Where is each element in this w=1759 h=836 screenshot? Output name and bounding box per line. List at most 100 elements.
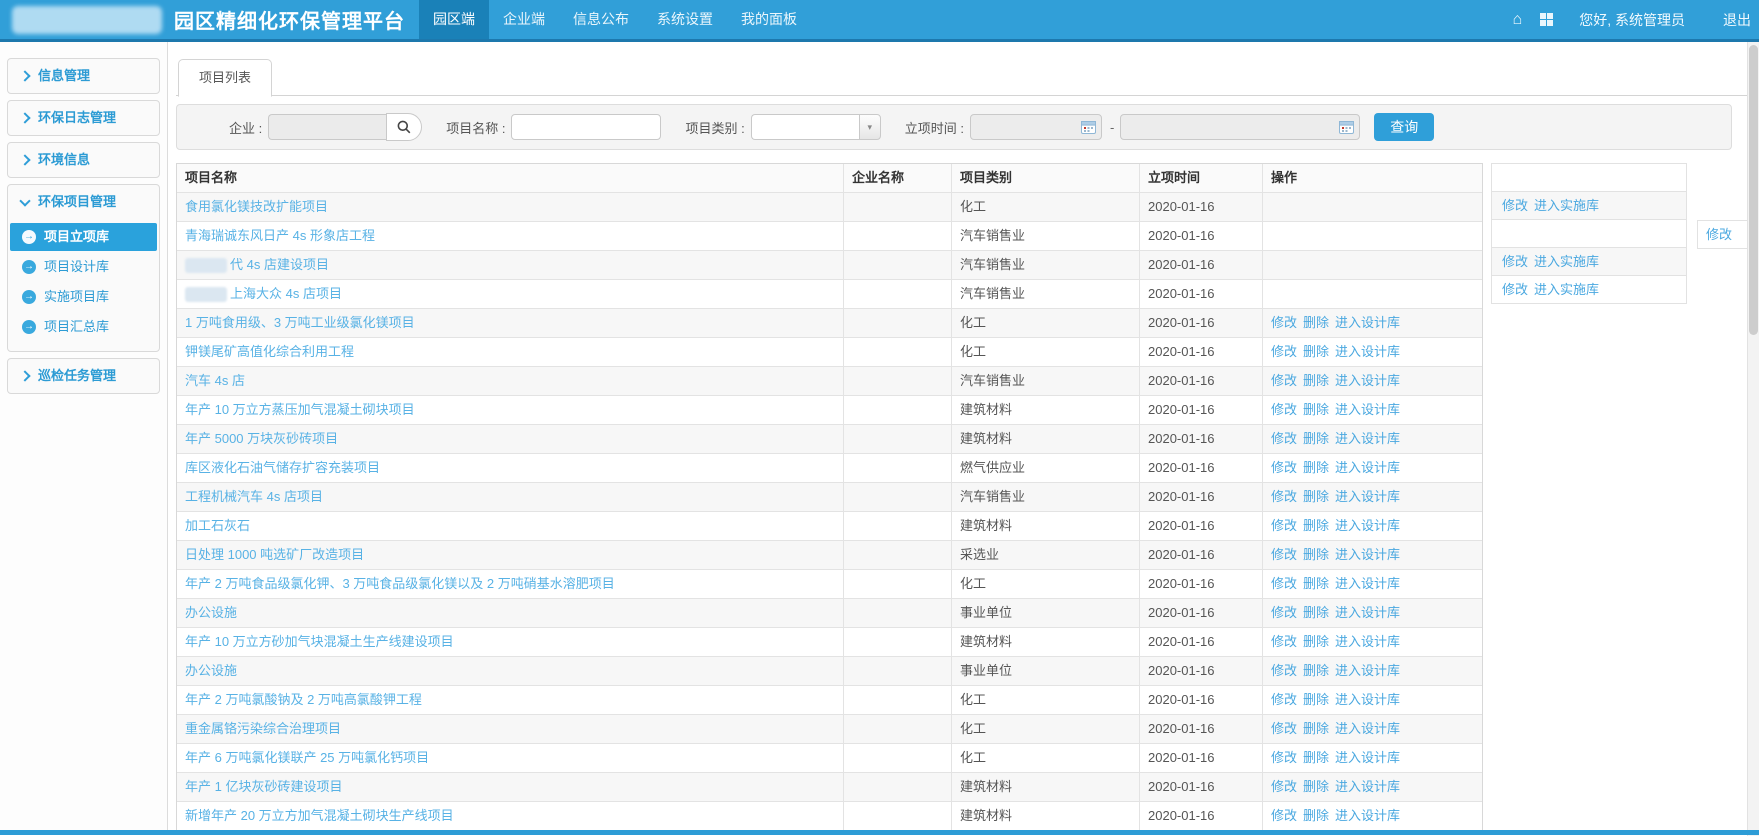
action-link[interactable]: 进入设计库 xyxy=(1335,402,1400,417)
action-link[interactable]: 修改 xyxy=(1271,808,1297,823)
action-link[interactable]: 删除 xyxy=(1303,576,1329,591)
action-link[interactable]: 进入实施库 xyxy=(1534,198,1599,213)
action-link[interactable]: 进入设计库 xyxy=(1335,634,1400,649)
project-name-link[interactable]: 办公设施 xyxy=(185,663,237,678)
project-name-link[interactable]: 加工石灰石 xyxy=(185,518,250,533)
project-name-link[interactable]: 年产 1 亿块灰砂砖建设项目 xyxy=(185,779,342,794)
action-link[interactable]: 修改 xyxy=(1271,402,1297,417)
action-link[interactable]: 修改 xyxy=(1271,460,1297,475)
action-link[interactable]: 删除 xyxy=(1303,373,1329,388)
project-name-link[interactable]: 代 4s 店建设项目 xyxy=(230,257,329,272)
action-link[interactable]: 删除 xyxy=(1303,808,1329,823)
sidebar-item[interactable]: 信息管理 xyxy=(8,59,159,93)
scrollbar-thumb[interactable] xyxy=(1749,45,1758,335)
tab-project-list[interactable]: 项目列表 xyxy=(178,59,272,97)
action-link[interactable]: 进入实施库 xyxy=(1534,254,1599,269)
action-link[interactable]: 删除 xyxy=(1303,634,1329,649)
action-link[interactable]: 进入设计库 xyxy=(1335,750,1400,765)
action-link[interactable]: 修改 xyxy=(1271,605,1297,620)
action-link[interactable]: 修改 xyxy=(1502,282,1528,297)
action-link[interactable]: 修改 xyxy=(1706,227,1732,242)
company-search-button[interactable] xyxy=(386,113,422,141)
action-link[interactable]: 删除 xyxy=(1303,605,1329,620)
action-link[interactable]: 修改 xyxy=(1502,254,1528,269)
action-link[interactable]: 修改 xyxy=(1271,779,1297,794)
action-link[interactable]: 修改 xyxy=(1271,750,1297,765)
project-name-link[interactable]: 工程机械汽车 4s 店项目 xyxy=(185,489,323,504)
action-link[interactable]: 进入设计库 xyxy=(1335,779,1400,794)
sidebar-item[interactable]: 巡检任务管理 xyxy=(8,359,159,393)
query-button[interactable]: 查询 xyxy=(1374,113,1434,141)
category-input[interactable] xyxy=(751,114,859,140)
action-link[interactable]: 进入设计库 xyxy=(1335,576,1400,591)
action-link[interactable]: 删除 xyxy=(1303,779,1329,794)
nav-item[interactable]: 信息公布 xyxy=(559,0,643,39)
action-link[interactable]: 修改 xyxy=(1271,489,1297,504)
action-link[interactable]: 进入设计库 xyxy=(1335,460,1400,475)
action-link[interactable]: 进入设计库 xyxy=(1335,808,1400,823)
project-name-input[interactable] xyxy=(511,114,661,140)
project-name-link[interactable]: 青海瑞诚东风日产 4s 形象店工程 xyxy=(185,228,375,243)
project-name-link[interactable]: 年产 2 万吨食品级氯化钾、3 万吨食品级氯化镁以及 2 万吨硝基水溶肥项目 xyxy=(185,576,615,591)
action-link[interactable]: 删除 xyxy=(1303,489,1329,504)
action-link[interactable]: 删除 xyxy=(1303,750,1329,765)
calendar-icon[interactable] xyxy=(1339,120,1354,137)
action-link[interactable]: 进入设计库 xyxy=(1335,663,1400,678)
sidebar-subitem[interactable]: →实施项目库 xyxy=(10,283,157,311)
sidebar-item[interactable]: 环保项目管理 xyxy=(8,185,159,219)
action-link[interactable]: 删除 xyxy=(1303,460,1329,475)
action-link[interactable]: 删除 xyxy=(1303,518,1329,533)
project-name-link[interactable]: 年产 2 万吨氯酸钠及 2 万吨高氯酸钾工程 xyxy=(185,692,422,707)
action-link[interactable]: 进入实施库 xyxy=(1534,282,1599,297)
action-link[interactable]: 进入设计库 xyxy=(1335,692,1400,707)
project-name-link[interactable]: 1 万吨食用级、3 万吨工业级氯化镁项目 xyxy=(185,315,415,330)
action-link[interactable]: 删除 xyxy=(1303,315,1329,330)
sidebar-item[interactable]: 环保日志管理 xyxy=(8,101,159,135)
nav-item[interactable]: 园区端 xyxy=(419,0,489,39)
action-link[interactable]: 修改 xyxy=(1271,721,1297,736)
project-name-link[interactable]: 上海大众 4s 店项目 xyxy=(230,286,342,301)
action-link[interactable]: 修改 xyxy=(1271,315,1297,330)
apps-icon[interactable] xyxy=(1540,13,1553,26)
project-name-link[interactable]: 年产 10 万立方蒸压加气混凝土砌块项目 xyxy=(185,402,415,417)
action-link[interactable]: 修改 xyxy=(1271,634,1297,649)
action-link[interactable]: 修改 xyxy=(1271,663,1297,678)
action-link[interactable]: 进入设计库 xyxy=(1335,344,1400,359)
action-link[interactable]: 进入设计库 xyxy=(1335,721,1400,736)
action-link[interactable]: 修改 xyxy=(1271,518,1297,533)
nav-item[interactable]: 系统设置 xyxy=(643,0,727,39)
action-link[interactable]: 删除 xyxy=(1303,431,1329,446)
sidebar-subitem[interactable]: →项目立项库 xyxy=(10,223,157,251)
project-name-link[interactable]: 钾镁尾矿高值化综合利用工程 xyxy=(185,344,354,359)
calendar-icon[interactable] xyxy=(1081,120,1096,137)
action-link[interactable]: 删除 xyxy=(1303,344,1329,359)
project-name-link[interactable]: 日处理 1000 吨选矿厂改造项目 xyxy=(185,547,364,562)
project-name-link[interactable]: 库区液化石油气储存扩容充装项目 xyxy=(185,460,380,475)
action-link[interactable]: 进入设计库 xyxy=(1335,605,1400,620)
project-name-link[interactable]: 年产 10 万立方砂加气块混凝土生产线建设项目 xyxy=(185,634,454,649)
project-name-link[interactable]: 新增年产 20 万立方加气混凝土砌块生产线项目 xyxy=(185,808,454,823)
project-name-link[interactable]: 年产 6 万吨氯化镁联产 25 万吨氯化钙项目 xyxy=(185,750,429,765)
action-link[interactable]: 修改 xyxy=(1502,198,1528,213)
action-link[interactable]: 删除 xyxy=(1303,547,1329,562)
sidebar-subitem[interactable]: →项目设计库 xyxy=(10,253,157,281)
home-icon[interactable]: ⌂ xyxy=(1513,11,1523,29)
action-link[interactable]: 进入设计库 xyxy=(1335,547,1400,562)
action-link[interactable]: 修改 xyxy=(1271,547,1297,562)
action-link[interactable]: 进入设计库 xyxy=(1335,315,1400,330)
date-to-input[interactable] xyxy=(1120,114,1360,140)
company-input[interactable] xyxy=(268,114,386,140)
project-name-link[interactable]: 汽车 4s 店 xyxy=(185,373,245,388)
action-link[interactable]: 删除 xyxy=(1303,663,1329,678)
action-link[interactable]: 修改 xyxy=(1271,344,1297,359)
project-name-link[interactable]: 重金属铬污染综合治理项目 xyxy=(185,721,341,736)
action-link[interactable]: 删除 xyxy=(1303,692,1329,707)
sidebar-subitem[interactable]: →项目汇总库 xyxy=(10,313,157,341)
sidebar-item[interactable]: 环境信息 xyxy=(8,143,159,177)
action-link[interactable]: 删除 xyxy=(1303,402,1329,417)
action-link[interactable]: 修改 xyxy=(1271,692,1297,707)
action-link[interactable]: 进入设计库 xyxy=(1335,518,1400,533)
project-name-link[interactable]: 年产 5000 万块灰砂砖项目 xyxy=(185,431,338,446)
action-link[interactable]: 进入设计库 xyxy=(1335,373,1400,388)
vertical-scrollbar[interactable] xyxy=(1747,42,1759,836)
